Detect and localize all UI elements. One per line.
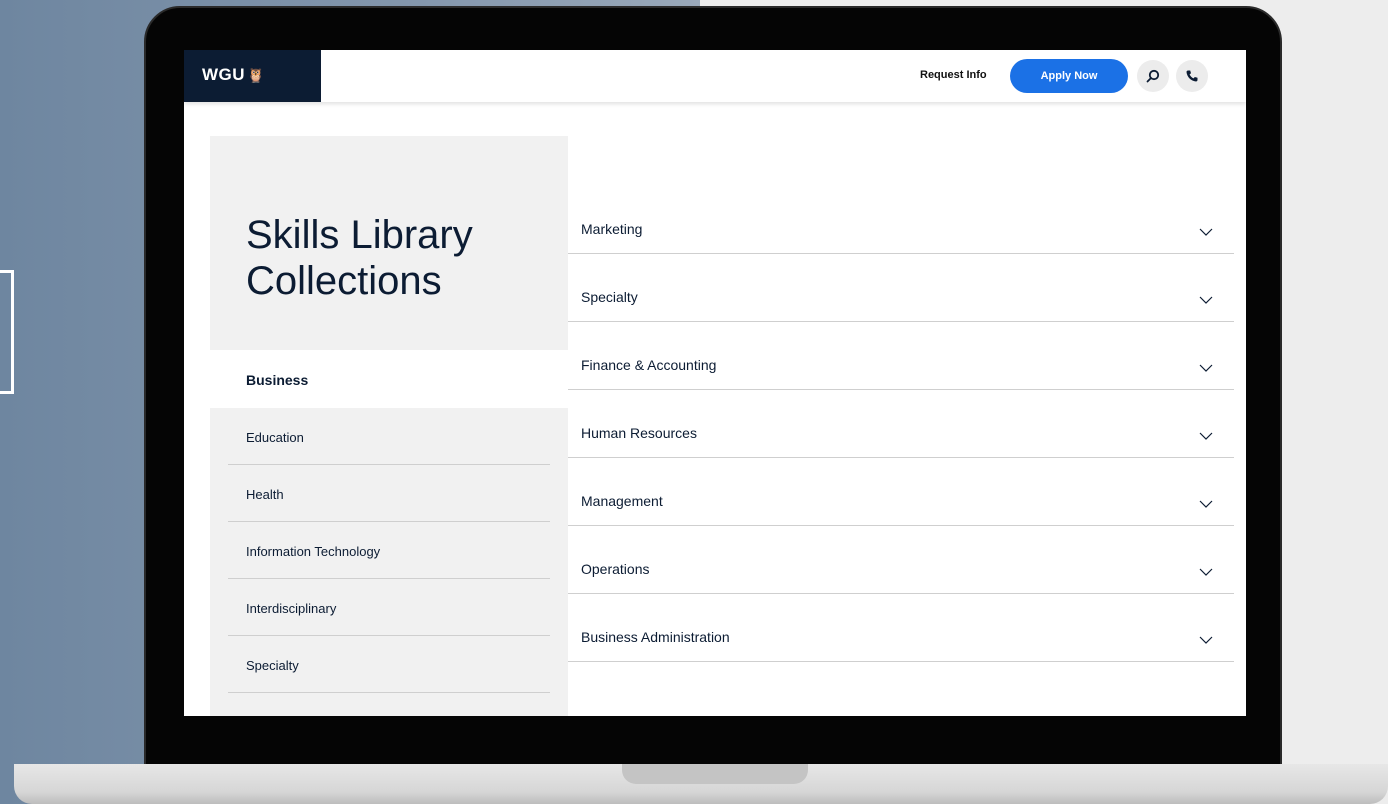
chevron-down-icon xyxy=(1199,228,1213,236)
accordion-item-label: Human Resources xyxy=(581,425,697,441)
sidebar-item-label: Education xyxy=(246,430,304,445)
sidebar-item-business[interactable]: Business xyxy=(210,350,568,408)
phone-icon xyxy=(1186,70,1198,82)
sidebar-item-label: Health xyxy=(246,487,284,502)
accordion-item-specialty[interactable]: Specialty xyxy=(568,254,1234,322)
logo-text: WGU xyxy=(202,65,246,84)
laptop-screen: WGU 🦉 Request Info Apply Now Skills Libra… xyxy=(184,50,1246,716)
page-title: Skills Library Collections xyxy=(246,212,473,304)
sidebar-list: Education Health Information Technology … xyxy=(210,408,568,716)
chevron-down-icon xyxy=(1199,636,1213,644)
wgu-logo[interactable]: WGU 🦉 xyxy=(184,50,321,102)
search-icon xyxy=(1146,69,1160,83)
owl-logo-icon: 🦉 xyxy=(247,67,265,83)
accordion-item-label: Finance & Accounting xyxy=(581,357,717,373)
accordion-item-label: Marketing xyxy=(581,221,643,237)
sidebar-item-education[interactable]: Education xyxy=(228,408,550,465)
page-title-line2: Collections xyxy=(246,259,442,303)
phone-button[interactable] xyxy=(1176,60,1208,92)
accordion-item-finance-accounting[interactable]: Finance & Accounting xyxy=(568,322,1234,390)
sidebar-item-information-technology[interactable]: Information Technology xyxy=(228,522,550,579)
sidebar-item-label: Information Technology xyxy=(246,544,381,559)
chevron-down-icon xyxy=(1199,364,1213,372)
accordion-item-management[interactable]: Management xyxy=(568,458,1234,526)
chevron-down-icon xyxy=(1199,568,1213,576)
accordion-item-label: Operations xyxy=(581,561,650,577)
chevron-down-icon xyxy=(1199,296,1213,304)
page-title-line1: Skills Library xyxy=(246,213,473,257)
search-button[interactable] xyxy=(1137,60,1169,92)
chevron-down-icon xyxy=(1199,432,1213,440)
accordion-item-label: Management xyxy=(581,493,663,509)
sidebar-item-label: Business xyxy=(246,372,309,388)
accordion-item-label: Specialty xyxy=(581,289,638,305)
laptop-notch xyxy=(622,764,808,784)
request-info-link[interactable]: Request Info xyxy=(920,69,987,81)
sidebar-item-label: Interdisciplinary xyxy=(246,601,337,616)
accordion-item-operations[interactable]: Operations xyxy=(568,526,1234,594)
accordion-item-label: Business Administration xyxy=(581,629,730,645)
hero-panel: Skills Library Collections xyxy=(210,136,568,350)
chevron-down-icon xyxy=(1199,500,1213,508)
decorative-bracket xyxy=(0,270,14,394)
accordion-item-marketing[interactable]: Marketing xyxy=(568,186,1234,254)
sidebar-item-specialty[interactable]: Specialty xyxy=(228,636,550,693)
accordion-item-human-resources[interactable]: Human Resources xyxy=(568,390,1234,458)
sidebar-item-health[interactable]: Health xyxy=(228,465,550,522)
accordion-item-business-administration[interactable]: Business Administration xyxy=(568,594,1234,662)
sidebar-item-interdisciplinary[interactable]: Interdisciplinary xyxy=(228,579,550,636)
apply-now-button[interactable]: Apply Now xyxy=(1010,59,1128,93)
top-navigation: WGU 🦉 Request Info Apply Now xyxy=(184,50,1246,102)
sidebar-item-label: Specialty xyxy=(246,658,299,673)
